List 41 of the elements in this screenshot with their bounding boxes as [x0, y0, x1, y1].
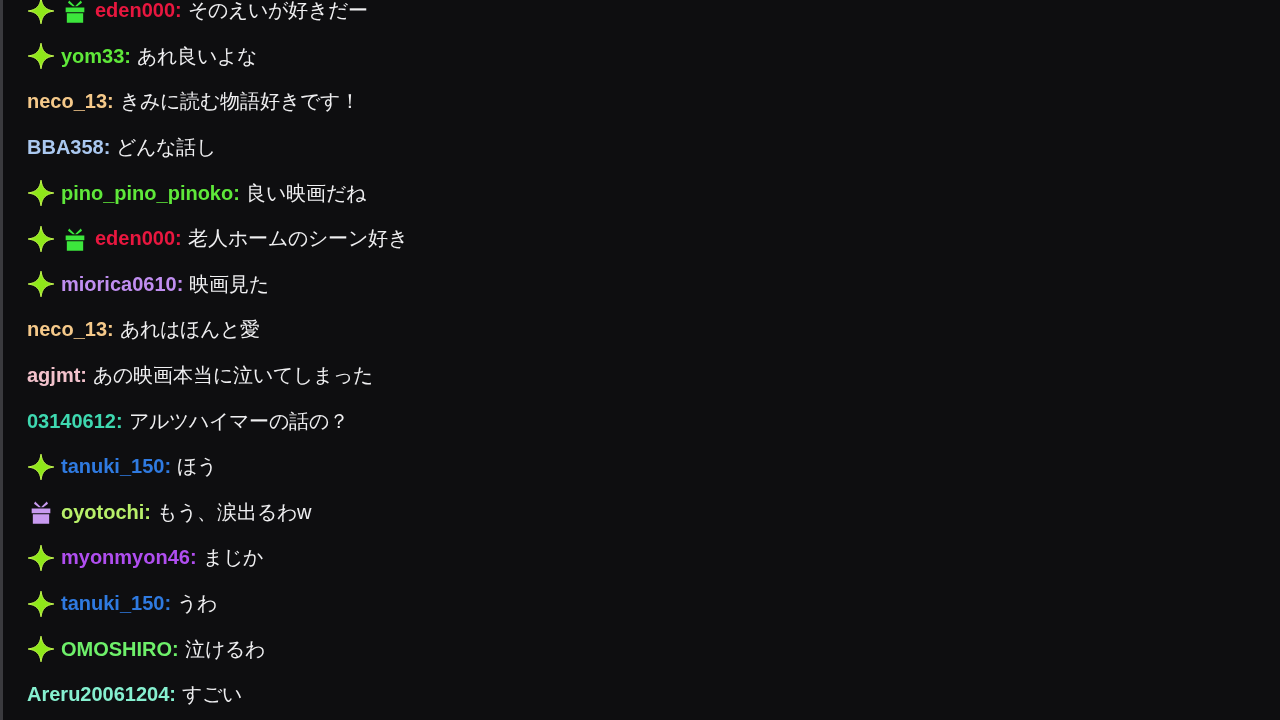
chat-message: すごい — [182, 682, 242, 708]
chat-message: 映画見た — [189, 271, 270, 297]
chat-message: どんな話し — [116, 135, 217, 161]
chat-message: アルツハイマーの話の？ — [128, 408, 349, 434]
sparkle-icon — [27, 452, 55, 481]
username[interactable]: 03140612: — [27, 409, 123, 433]
username[interactable]: tanuki_150: — [61, 592, 172, 615]
chat-message: きみに読む物語好きです！ — [119, 89, 360, 115]
chat-message: そのえいが好きだー — [187, 0, 368, 24]
sparkle-icon — [27, 270, 55, 299]
sparkle-icon — [27, 179, 55, 208]
sparkle-icon — [27, 543, 55, 572]
chat-message: もう、涙出るわw — [157, 499, 312, 525]
chat-message: あの映画本当に泣いてしまった — [93, 363, 373, 389]
username[interactable]: myonmyon46: — [61, 546, 197, 570]
username[interactable]: miorica0610: — [61, 272, 184, 296]
username[interactable]: agjmt: — [27, 364, 87, 388]
chat-message: 良い映画だね — [245, 180, 366, 206]
chat-message: うわ — [177, 591, 218, 616]
username[interactable]: Areru20061204: — [27, 683, 176, 707]
chat-message: まじか — [202, 545, 263, 571]
username[interactable]: tanuki_150: — [61, 455, 172, 479]
username[interactable]: OMOSHIRO: — [61, 637, 179, 661]
username[interactable]: eden000: — [95, 227, 182, 251]
username[interactable]: pino_pino_pinoko: — [61, 181, 240, 205]
username[interactable]: yom33: — [61, 44, 132, 68]
sparkle-icon — [27, 589, 55, 618]
chat-message: ほう — [177, 454, 218, 480]
sparkle-icon — [27, 224, 55, 253]
chat-message: あれはほんと愛 — [119, 317, 260, 343]
chat-message: 老人ホームのシーン好き — [187, 226, 408, 252]
chat-message: あれ良いよな — [137, 43, 258, 69]
username[interactable]: neco_13: — [27, 90, 114, 114]
username[interactable]: neco_13: — [27, 318, 114, 342]
sparkle-icon — [27, 42, 55, 71]
chat-message: 泣けるわ — [184, 636, 265, 662]
username[interactable]: BBA358: — [27, 136, 111, 160]
username[interactable]: eden000: — [95, 0, 182, 23]
sparkle-icon — [27, 0, 55, 25]
username[interactable]: oyotochi: — [61, 500, 151, 524]
sparkle-icon — [27, 635, 55, 664]
